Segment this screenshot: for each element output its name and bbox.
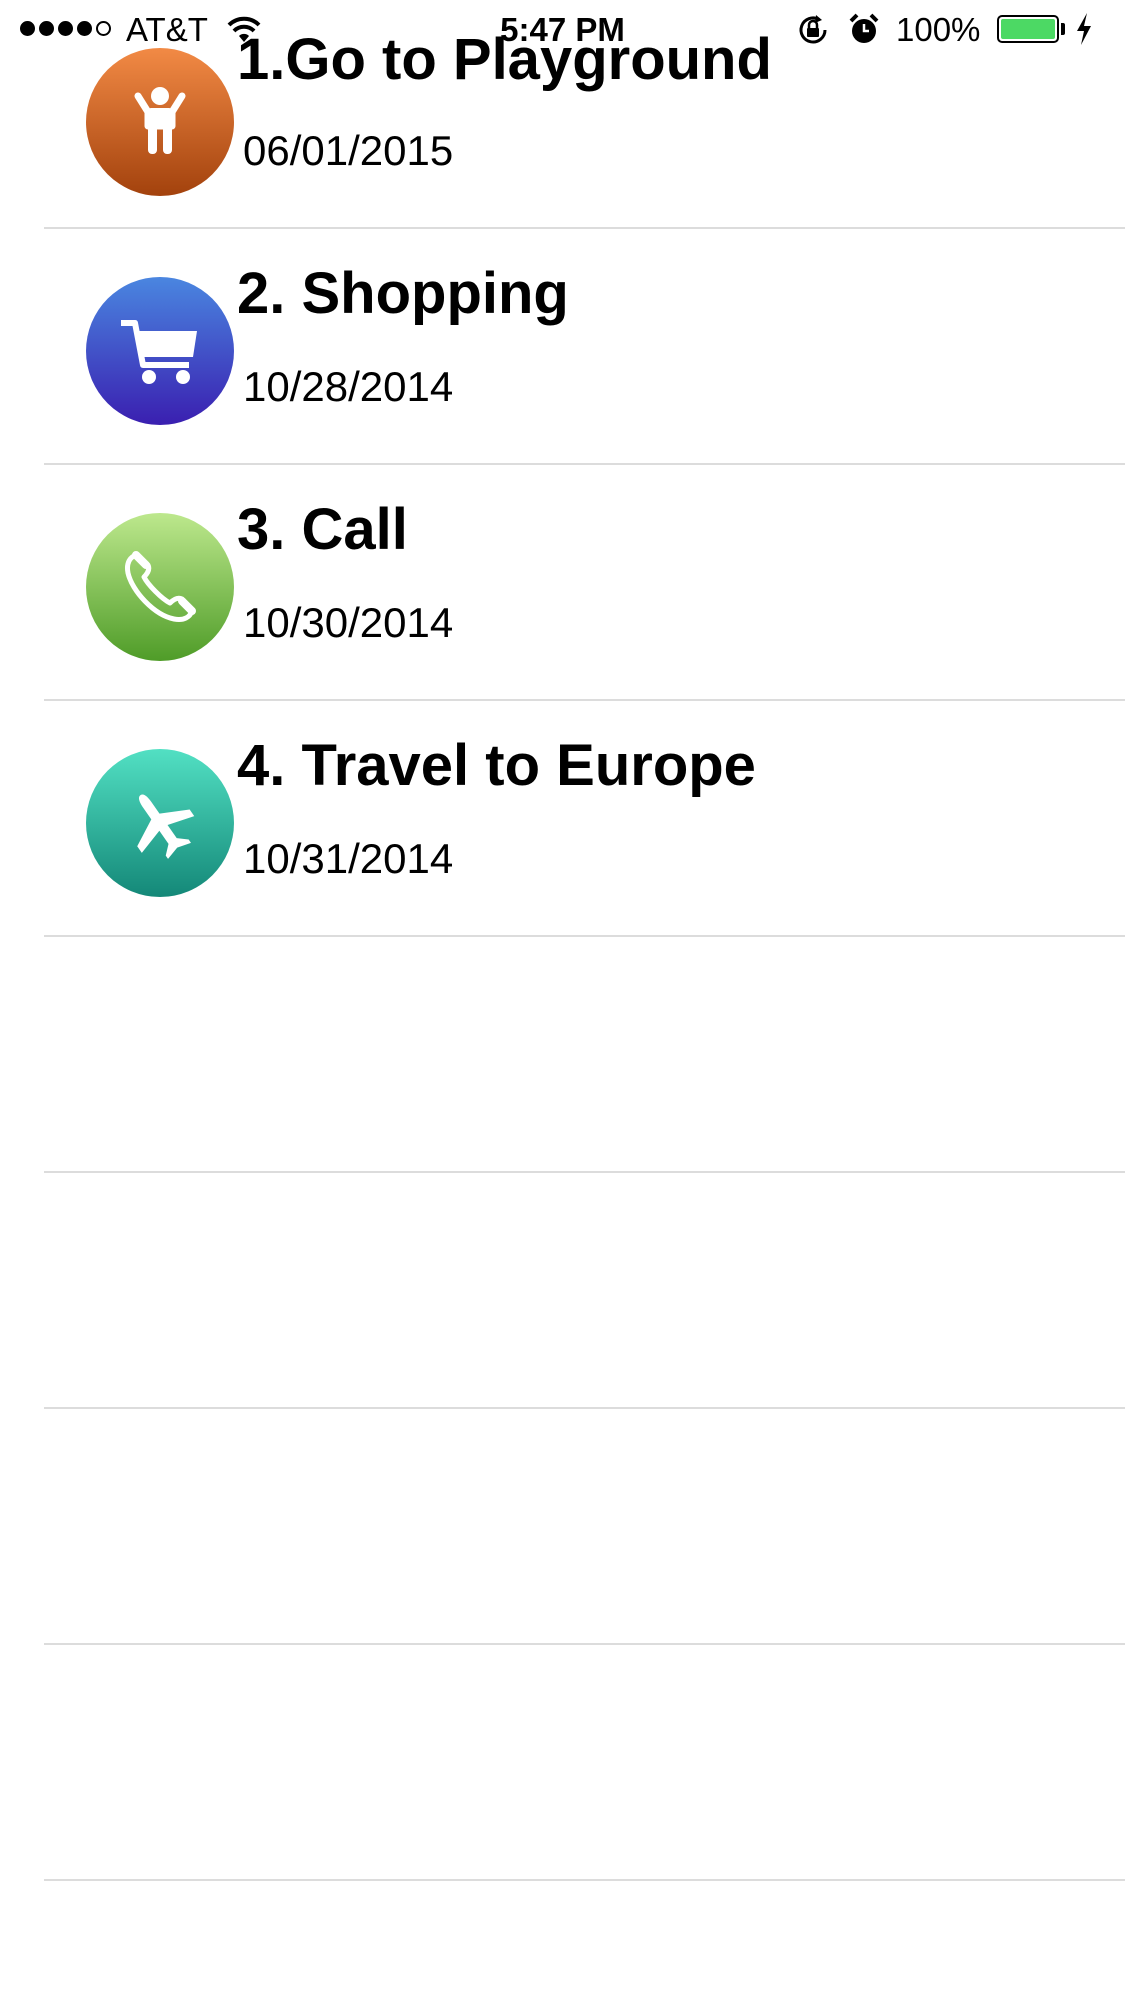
battery-level (1001, 19, 1055, 39)
task-row[interactable]: 3. Call 10/30/2014 (44, 465, 1125, 701)
empty-row (44, 1645, 1125, 1881)
task-date: 06/01/2015 (243, 127, 454, 174)
battery-percentage: 100% (896, 11, 981, 48)
empty-row (44, 1409, 1125, 1645)
alarm-icon (849, 13, 879, 43)
shopping-cart-icon (86, 277, 234, 425)
empty-row (44, 937, 1125, 1173)
charging-icon (1077, 13, 1091, 45)
task-date: 10/28/2014 (243, 363, 454, 410)
task-date: 10/31/2014 (243, 835, 454, 882)
phone-icon (86, 513, 234, 661)
battery-icon (997, 15, 1059, 43)
task-title: 2. Shopping (237, 261, 569, 326)
empty-row (44, 1173, 1125, 1409)
task-list: 1.Go to Playground 06/01/2015 2. Shoppin… (0, 0, 1125, 1881)
battery-nub (1061, 23, 1065, 35)
task-row[interactable]: 2. Shopping 10/28/2014 (44, 229, 1125, 465)
task-title: 4. Travel to Europe (237, 733, 756, 798)
task-title: 3. Call (237, 497, 408, 562)
rotation-lock-icon (799, 15, 827, 44)
child-icon (86, 48, 234, 196)
status-bar: AT&T 5:47 PM 100% (0, 0, 1125, 60)
task-row[interactable]: 4. Travel to Europe 10/31/2014 (44, 701, 1125, 937)
airplane-icon (86, 749, 234, 897)
task-date: 10/30/2014 (243, 599, 454, 646)
